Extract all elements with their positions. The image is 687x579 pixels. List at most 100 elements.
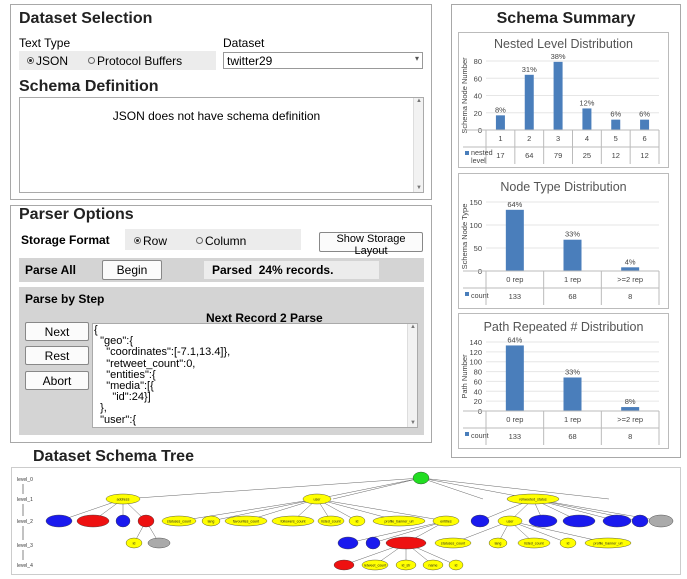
bar <box>563 377 582 411</box>
record-line: { <box>94 324 98 336</box>
node-type-chart: Node Type Distribution Schema Node Type0… <box>458 173 669 309</box>
column-radio-icon[interactable] <box>196 237 203 244</box>
data-label: 64% <box>507 335 522 344</box>
tree-node-label: id_str <box>402 563 412 567</box>
dataset-selection-title: Dataset Selection <box>19 10 153 27</box>
tree-edge <box>420 477 484 500</box>
parser-options-title: Parser Options <box>19 206 134 223</box>
abort-button[interactable]: Abort <box>25 371 89 390</box>
x-tick-label: >=2 rep <box>617 275 643 284</box>
scroll-up-icon[interactable]: ▲ <box>410 324 416 330</box>
data-label: 6% <box>610 110 621 119</box>
show-storage-layout-button[interactable]: Show Storage Layout <box>319 232 423 257</box>
tree-node-label: id <box>356 519 359 523</box>
x-tick-label: 0 rep <box>506 275 523 284</box>
table-value: 12 <box>612 151 620 160</box>
json-radio-label: JSON <box>36 54 69 68</box>
data-label: 64% <box>507 200 522 209</box>
data-label: 33% <box>565 367 580 376</box>
row-radio-label: Row <box>143 234 168 248</box>
protobuf-radio-icon[interactable] <box>88 57 95 64</box>
record-line: "media":[{ <box>94 380 154 393</box>
level-label: level_1 <box>17 497 33 503</box>
table-value: 64 <box>525 151 533 160</box>
row-radio-icon[interactable] <box>134 237 141 244</box>
tree-node-label: user <box>314 497 322 501</box>
tree-node-label: favourites_count <box>233 519 259 523</box>
bar <box>505 209 524 271</box>
tree-node-label: entities <box>440 519 452 523</box>
tree-node-label: retweet_count <box>364 563 387 567</box>
tree-node-label: followers_count <box>281 519 306 523</box>
parse-all-label: Parse All <box>25 263 76 277</box>
rest-button[interactable]: Rest <box>25 346 89 365</box>
tree-node <box>528 514 558 528</box>
tree-node <box>45 514 73 528</box>
schema-tree-svg: level_0 level_1 level_2 level_3 level_4 addre… <box>17 471 674 571</box>
begin-button[interactable]: Begin <box>102 260 162 280</box>
y-tick-label: 50 <box>474 244 482 253</box>
tree-node-label: statuses_count <box>441 541 465 545</box>
tree-node-label: address <box>117 497 130 501</box>
x-tick-label: 1 rep <box>564 275 581 284</box>
tree-node <box>365 536 381 550</box>
tree-node <box>147 537 171 549</box>
schema-definition-text: JSON does not have schema definition <box>112 109 321 123</box>
table-value: 133 <box>509 292 522 301</box>
dataset-select[interactable]: twitter29 ▾ <box>223 52 423 69</box>
tree-node-label: lang <box>495 541 502 545</box>
data-label: 4% <box>625 257 636 266</box>
tree-node-label: lang <box>208 519 215 523</box>
scroll-down-icon[interactable]: ▼ <box>410 420 416 426</box>
schema-definition-textarea[interactable]: JSON does not have schema definition ▲ ▼ <box>19 97 424 193</box>
path-repeated-chart: Path Repeated # Distribution Path Number… <box>458 313 669 449</box>
record-textarea[interactable]: { "geo":{ "coordinates":[-7.1,13.4]}, "r… <box>92 323 418 428</box>
level-label: level_3 <box>17 543 33 549</box>
schema-definition-title: Schema Definition <box>19 78 159 95</box>
scrollbar[interactable] <box>407 324 417 427</box>
parse-status-text: Parsed 24% records. <box>212 263 334 277</box>
bar <box>495 115 505 130</box>
bar <box>505 345 524 411</box>
column-radio[interactable]: Column <box>196 234 246 248</box>
table-value: 8 <box>628 432 632 441</box>
scrollbar[interactable] <box>413 98 423 192</box>
scroll-down-icon[interactable]: ▼ <box>416 185 422 191</box>
next-button[interactable]: Next <box>25 322 89 341</box>
bar <box>640 119 650 130</box>
y-tick-label: 80 <box>474 57 482 66</box>
tree-node <box>602 514 632 528</box>
data-label: 31% <box>522 65 537 74</box>
chevron-down-icon[interactable]: ▾ <box>415 54 419 63</box>
data-label: 8% <box>625 397 636 406</box>
table-value: 79 <box>554 151 562 160</box>
schema-summary-title: Schema Summary <box>496 10 636 27</box>
tree-node-label: retweeted_status <box>519 497 547 501</box>
tree-node-label: profile_banner_url <box>385 519 414 523</box>
y-axis-label: Path Number <box>460 354 469 399</box>
table-value: 17 <box>496 151 504 160</box>
x-tick-label: 4 <box>585 134 589 143</box>
table-value: 12 <box>640 151 648 160</box>
table-value: 68 <box>568 292 576 301</box>
nested-level-chart-svg: Schema Node Number0204060808%31%38%12%6%… <box>460 52 660 165</box>
tree-node <box>412 471 430 485</box>
bar <box>563 239 582 271</box>
tree-edge <box>316 477 422 500</box>
data-label: 8% <box>495 105 506 114</box>
row-radio[interactable]: Row <box>134 234 167 248</box>
tree-node-label: listed_count <box>321 519 340 523</box>
bar <box>611 119 621 130</box>
json-radio-icon[interactable] <box>27 57 34 64</box>
x-tick-label: >=2 rep <box>617 415 643 424</box>
json-radio[interactable]: JSON <box>27 54 68 68</box>
protobuf-radio[interactable]: Protocol Buffers <box>88 54 182 68</box>
tree-node-label: user <box>507 519 515 523</box>
x-tick-label: 1 rep <box>564 415 581 424</box>
x-tick-label: 5 <box>614 134 618 143</box>
schema-tree-title: Dataset Schema Tree <box>33 448 194 465</box>
scroll-up-icon[interactable]: ▲ <box>416 98 422 104</box>
legend-marker <box>465 151 469 155</box>
legend-marker <box>465 432 469 436</box>
y-tick-label: 60 <box>474 74 482 83</box>
